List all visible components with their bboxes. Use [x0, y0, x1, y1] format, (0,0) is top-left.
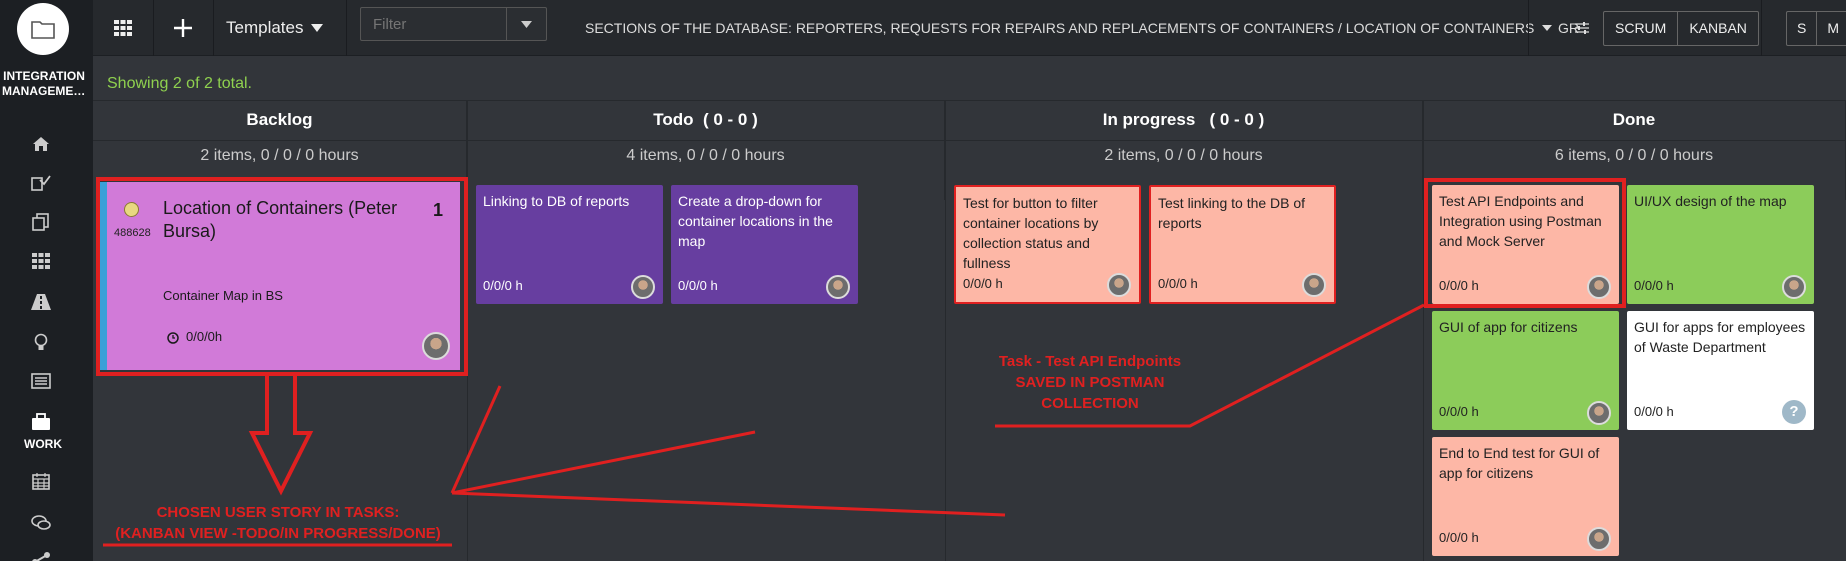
annotation-line: SAVED IN POSTMAN [1015, 374, 1165, 391]
annotation-line: (KANBAN VIEW -TODO/IN PROGRESS/DONE) [115, 525, 441, 542]
down-arrow-shape [248, 376, 314, 496]
annotation-line: CHOSEN USER STORY IN TASKS: [156, 504, 400, 521]
arrow-line [450, 385, 502, 494]
arrow-line [451, 491, 1006, 517]
annotation-overlay [103, 303, 1425, 547]
story-annotation: CHOSEN USER STORY IN TASKS: (KANBAN VIEW… [98, 502, 458, 544]
annotation-line: COLLECTION [1041, 395, 1139, 412]
task-annotation: Task - Test API Endpoints SAVED IN POSTM… [960, 351, 1220, 414]
annotation-line: Task - Test API Endpoints [998, 353, 1182, 370]
arrow-line [451, 430, 756, 495]
